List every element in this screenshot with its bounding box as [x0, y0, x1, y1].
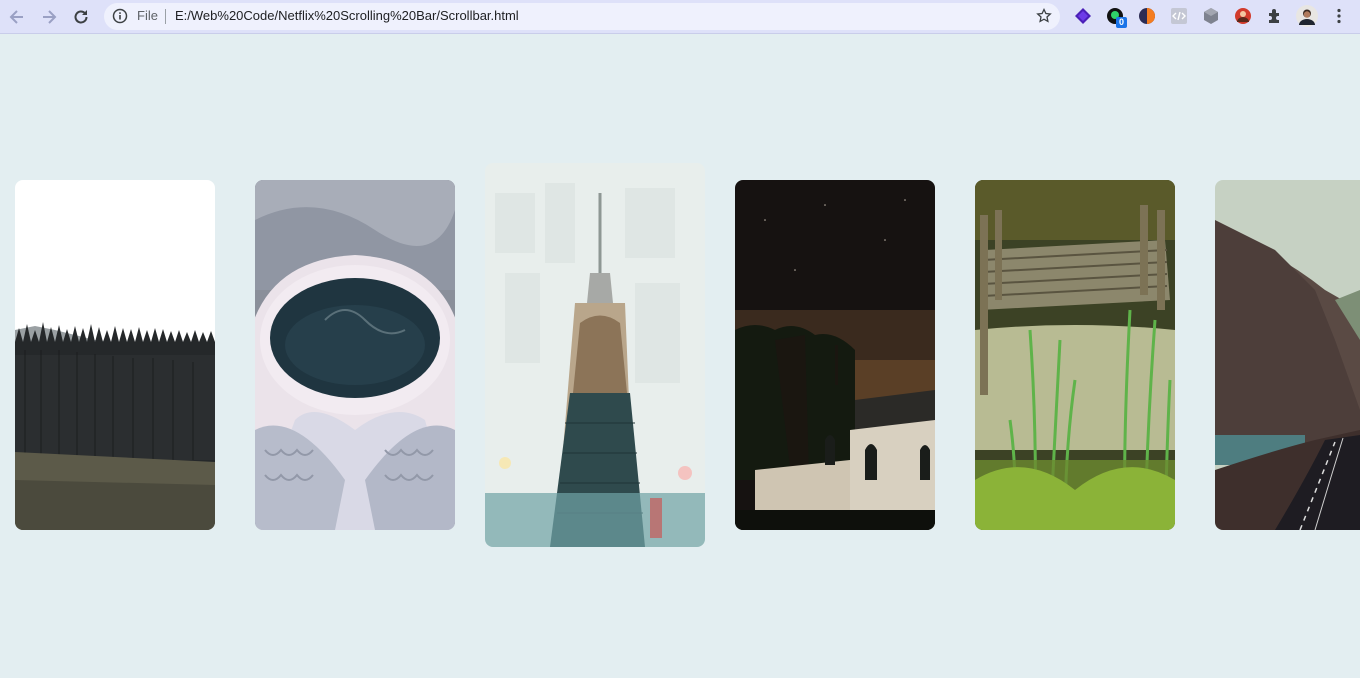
city-tower-card[interactable] — [485, 163, 705, 547]
mountain-road-card[interactable] — [1215, 180, 1360, 530]
forest-image — [15, 180, 215, 530]
dock-lake-image — [975, 180, 1175, 530]
omnibox-divider — [165, 9, 166, 24]
city-tower-image — [485, 163, 705, 547]
url-text[interactable]: E:/Web%20Code/Netflix%20Scrolling%20Bar/… — [175, 8, 519, 23]
profile-avatar[interactable] — [1296, 5, 1318, 27]
mountain-road-image — [1215, 180, 1360, 530]
back-arrow-icon — [9, 10, 23, 24]
green-extension-icon[interactable]: 0 — [1106, 7, 1127, 28]
church-night-image — [735, 180, 935, 530]
cube-extension-icon[interactable] — [1202, 7, 1220, 25]
scheme-label: File — [137, 8, 158, 23]
church-night-card[interactable] — [735, 180, 935, 530]
dock-lake-card[interactable] — [975, 180, 1175, 530]
forward-button[interactable] — [37, 5, 61, 29]
reload-button[interactable] — [69, 5, 93, 29]
extension-badge: 0 — [1116, 17, 1127, 28]
kebab-menu-icon[interactable] — [1330, 7, 1348, 25]
coffee-image — [255, 180, 455, 530]
red-avatar-extension-icon[interactable] — [1234, 7, 1252, 25]
browser-toolbar: File E:/Web%20Code/Netflix%20Scrolling%2… — [0, 0, 1360, 34]
orange-circle-extension-icon[interactable] — [1138, 7, 1156, 25]
reload-icon — [74, 10, 88, 24]
code-extension-icon[interactable] — [1170, 7, 1188, 25]
purple-gem-extension-icon[interactable] — [1074, 7, 1092, 25]
bookmark-star-icon[interactable] — [1036, 8, 1052, 24]
coffee-card[interactable] — [255, 180, 455, 530]
info-icon[interactable] — [112, 8, 128, 24]
puzzle-icon[interactable] — [1266, 7, 1284, 25]
address-bar[interactable]: File E:/Web%20Code/Netflix%20Scrolling%2… — [104, 3, 1060, 30]
back-button[interactable] — [5, 5, 29, 29]
forest-card[interactable] — [15, 180, 215, 530]
forward-arrow-icon — [43, 10, 57, 24]
